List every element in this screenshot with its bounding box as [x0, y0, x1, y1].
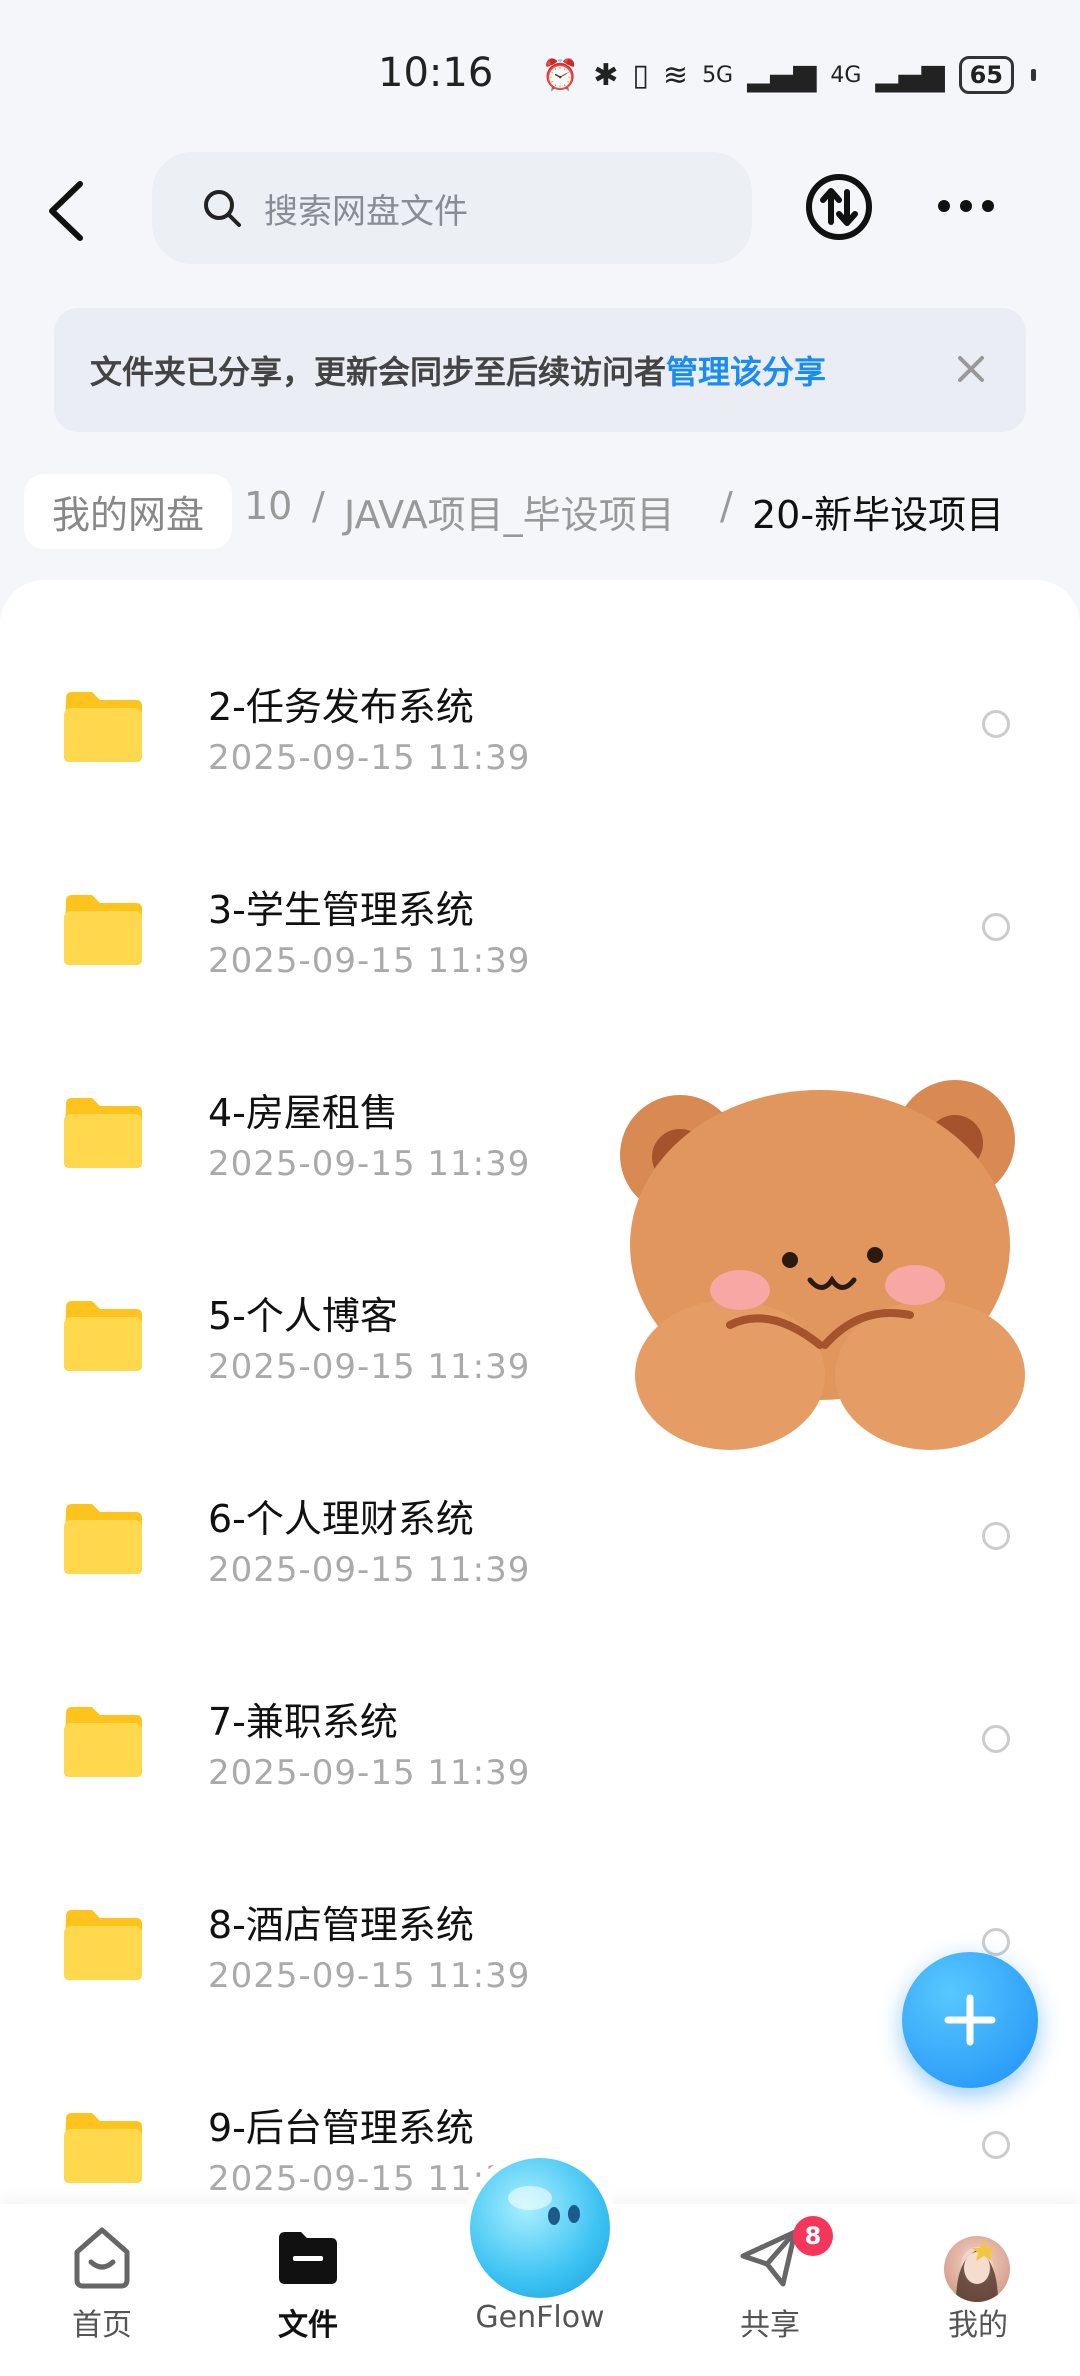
select-radio[interactable]	[982, 1522, 1010, 1550]
bluetooth-icon: ✱	[593, 57, 619, 93]
folder-icon	[64, 1301, 142, 1371]
search-placeholder: 搜索网盘文件	[264, 191, 468, 232]
plus-icon	[944, 1994, 996, 2046]
file-date: 2025-09-15 11:39	[208, 941, 531, 981]
list-item[interactable]: 7-兼职系统 2025-09-15 11:39	[0, 1595, 1080, 1798]
more-dot-icon	[960, 200, 972, 212]
manage-share-link[interactable]: 管理该分享	[666, 347, 826, 393]
folder-icon	[64, 2113, 142, 2183]
breadcrumb-segment[interactable]: JAVA项目_毕设项目	[344, 484, 675, 539]
battery-tip	[1031, 69, 1036, 81]
signal-icon: ▂▄▆	[747, 57, 817, 93]
file-name: 9-后台管理系统	[208, 2106, 474, 2150]
select-radio[interactable]	[982, 2131, 1010, 2159]
file-name: 5-个人博客	[208, 1294, 398, 1338]
tab-files[interactable]: 文件	[228, 2222, 388, 2362]
file-name: 8-酒店管理系统	[208, 1903, 474, 1947]
breadcrumb-separator: /	[312, 484, 325, 528]
more-dot-icon	[938, 200, 950, 212]
file-name: 6-个人理财系统	[208, 1497, 474, 1541]
folder-icon	[64, 692, 142, 762]
status-icons: ⏰ ✱ ▯ ≋ 5G ▂▄▆ 4G ▂▄▆ 65	[542, 56, 1036, 94]
banner-message: 文件夹已分享，更新会同步至后续访问者	[90, 353, 667, 391]
select-radio[interactable]	[982, 710, 1010, 738]
search-icon	[204, 190, 241, 227]
breadcrumb-separator: /	[720, 484, 733, 528]
tab-label: 我的	[948, 2308, 1008, 2343]
list-item[interactable]: 3-学生管理系统 2025-09-15 11:39	[0, 783, 1080, 986]
file-name: 2-任务发布系统	[208, 685, 474, 729]
file-date: 2025-09-15 11:39	[208, 1550, 531, 1590]
vibrate-icon: ▯	[632, 57, 649, 93]
folder-icon	[64, 1098, 142, 1168]
file-name: 4-房屋租售	[208, 1091, 398, 1135]
tab-label: 首页	[72, 2308, 132, 2343]
status-time: 10:16	[378, 50, 494, 96]
avatar-icon	[956, 2240, 998, 2302]
tab-label: 共享	[740, 2308, 800, 2343]
home-icon	[74, 2227, 130, 2289]
file-date: 2025-09-15 11:39	[208, 1753, 531, 1793]
search-input[interactable]: 搜索网盘文件	[152, 152, 752, 264]
breadcrumb-current: 20-新毕设项目	[752, 493, 1005, 537]
back-arrow-icon[interactable]	[40, 176, 100, 246]
top-nav: 搜索网盘文件	[0, 150, 1080, 270]
file-date: 2025-09-15 11:39	[208, 738, 531, 778]
battery-indicator: 65	[958, 56, 1014, 94]
share-banner: 文件夹已分享，更新会同步至后续访问者 管理该分享	[54, 308, 1026, 432]
list-item[interactable]: 2-任务发布系统 2025-09-15 11:39	[0, 580, 1080, 783]
network-4g-label: 4G	[830, 62, 862, 88]
genflow-icon[interactable]	[470, 2158, 610, 2298]
signal-icon-2: ▂▄▆	[875, 57, 945, 93]
folder-icon	[64, 895, 142, 965]
add-button[interactable]	[902, 1952, 1038, 2088]
network-5g-label: 5G	[702, 62, 734, 88]
select-radio[interactable]	[982, 1725, 1010, 1753]
tab-home[interactable]: 首页	[22, 2222, 182, 2362]
tab-label: GenFlow	[475, 2300, 605, 2335]
breadcrumb-segment[interactable]: 10	[244, 484, 292, 528]
alarm-icon: ⏰	[541, 57, 580, 93]
more-dot-icon	[982, 200, 994, 212]
folder-icon	[64, 1504, 142, 1574]
breadcrumb: 10 / JAVA项目_毕设项目 / 20-新毕设项目 我的网盘	[0, 470, 1080, 550]
file-date: 2025-09-15 11:39	[208, 1956, 531, 1996]
bear-sticker-icon	[620, 1080, 1025, 1450]
status-bar: 10:16 ⏰ ✱ ▯ ≋ 5G ▂▄▆ 4G ▂▄▆ 65	[0, 0, 1080, 150]
folder-icon	[279, 2232, 337, 2284]
select-radio[interactable]	[982, 913, 1010, 941]
wifi-icon: ≋	[662, 57, 689, 93]
file-date: 2025-09-15 11:39	[208, 1144, 531, 1184]
folder-icon	[64, 1707, 142, 1777]
avatar[interactable]	[944, 2236, 1010, 2302]
battery-level: 65	[969, 61, 1003, 89]
tab-label: 文件	[278, 2308, 338, 2343]
list-item[interactable]: 8-酒店管理系统 2025-09-15 11:39	[0, 1798, 1080, 2001]
transfer-icon[interactable]	[804, 172, 874, 242]
file-date: 2025-09-15 11:39	[208, 1347, 531, 1387]
share-count-badge: 8	[793, 2216, 833, 2256]
close-icon[interactable]	[952, 350, 990, 388]
more-options-button[interactable]	[938, 200, 994, 212]
select-radio[interactable]	[982, 1928, 1010, 1956]
genflow-face-icon	[508, 2186, 580, 2225]
file-name: 3-学生管理系统	[208, 888, 474, 932]
folder-icon	[64, 1910, 142, 1980]
breadcrumb-root[interactable]: 我的网盘	[24, 474, 233, 549]
file-name: 7-兼职系统	[208, 1700, 398, 1744]
